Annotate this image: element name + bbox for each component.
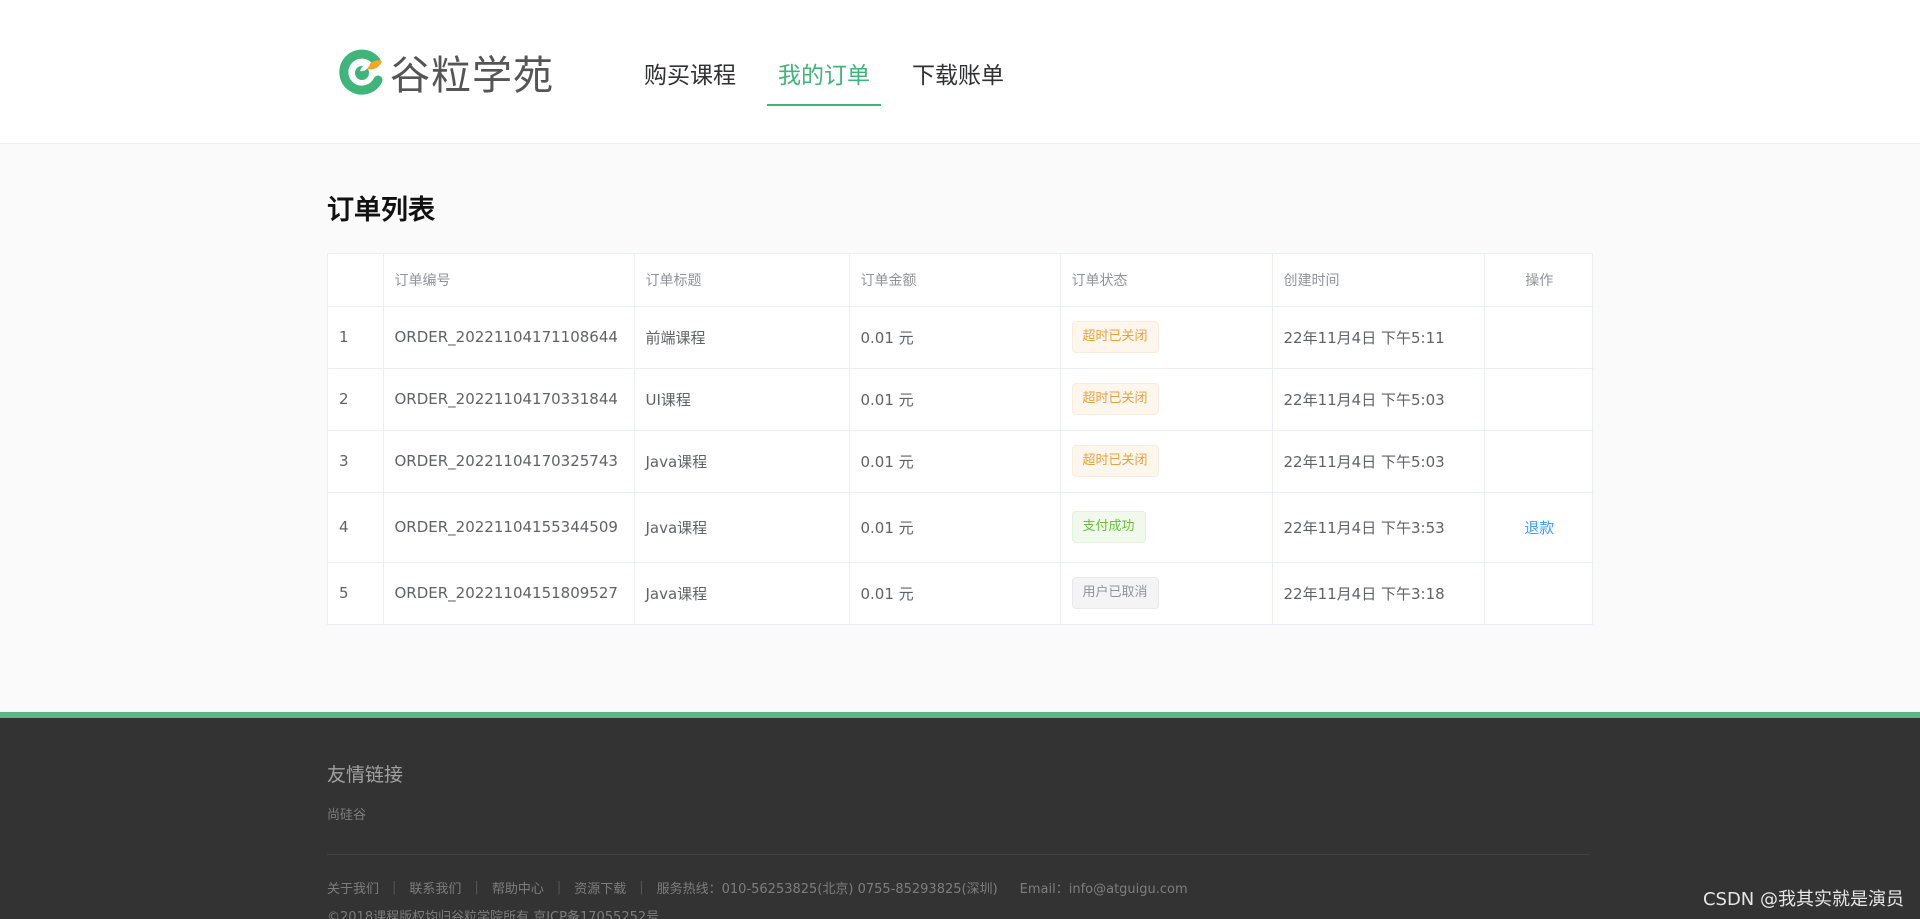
footer-divider — [327, 854, 1589, 855]
cell-status: 超时已关闭 — [1060, 430, 1273, 493]
cell-order-no: ORDER_20221104170331844 — [383, 368, 635, 431]
cell-order-no: ORDER_20221104170325743 — [383, 430, 635, 493]
cell-index: 5 — [328, 562, 384, 624]
column-header-index — [328, 254, 384, 307]
cell-amount: 0.01 元 — [849, 430, 1061, 493]
cell-index: 4 — [328, 492, 384, 563]
footer-link-help[interactable]: 帮助中心 — [492, 878, 544, 897]
status-badge: 支付成功 — [1071, 511, 1146, 543]
status-badge: 超时已关闭 — [1071, 321, 1159, 353]
friend-link[interactable]: 尚硅谷 — [327, 804, 366, 823]
cell-action — [1484, 306, 1594, 369]
cell-created: 22年11月4日 下午5:11 — [1272, 306, 1485, 369]
status-badge: 用户已取消 — [1071, 577, 1159, 610]
footer-link-downloads[interactable]: 资源下载 — [574, 878, 626, 897]
footer-links: 关于我们 | 联系我们 | 帮助中心 | 资源下载 | 服务热线：010-562… — [327, 878, 1188, 897]
cell-title: 前端课程 — [634, 306, 850, 369]
main-nav: 购买课程 我的订单 下载账单 — [633, 0, 1035, 144]
logo-text: 谷粒学苑 — [390, 53, 554, 99]
cell-action — [1484, 368, 1594, 431]
cell-title: Java课程 — [634, 430, 850, 493]
cell-status: 超时已关闭 — [1060, 368, 1273, 431]
cell-index: 1 — [328, 306, 384, 369]
cell-created: 22年11月4日 下午5:03 — [1272, 430, 1485, 493]
refund-link[interactable]: 退款 — [1524, 519, 1554, 537]
cell-order-no: ORDER_20221104171108644 — [383, 306, 635, 369]
cell-status: 支付成功 — [1060, 492, 1273, 563]
cell-amount: 0.01 元 — [849, 368, 1061, 431]
column-header-status: 订单状态 — [1060, 254, 1273, 307]
column-header-order-no: 订单编号 — [383, 254, 635, 307]
status-badge: 超时已关闭 — [1071, 445, 1159, 477]
cell-amount: 0.01 元 — [849, 492, 1061, 563]
cell-title: Java课程 — [634, 562, 850, 624]
cell-created: 22年11月4日 下午5:03 — [1272, 368, 1485, 431]
footer-separator: | — [639, 880, 644, 895]
brand-logo[interactable]: 谷粒学苑 — [336, 46, 554, 99]
cell-action — [1484, 562, 1594, 624]
table-row: 2 ORDER_20221104170331844 UI课程 0.01 元 超时… — [328, 368, 1594, 431]
logo-icon — [339, 49, 383, 95]
nav-item-buy-courses[interactable]: 购买课程 — [633, 0, 747, 106]
cell-index: 2 — [328, 368, 384, 431]
footer-link-about[interactable]: 关于我们 — [327, 878, 379, 897]
top-header: 谷粒学苑 购买课程 我的订单 下载账单 — [0, 0, 1920, 144]
footer-separator: | — [556, 880, 562, 895]
footer-hotline: 服务热线：010-56253825(北京) 0755-85293825(深圳) — [656, 882, 998, 897]
order-table: 订单编号 订单标题 订单金额 订单状态 创建时间 操作 1 ORDER_2022… — [327, 253, 1594, 625]
column-header-action: 操作 — [1484, 254, 1594, 307]
cell-created: 22年11月4日 下午3:18 — [1272, 562, 1485, 624]
cell-index: 3 — [328, 430, 384, 493]
footer-separator: | — [474, 880, 479, 895]
table-header-row: 订单编号 订单标题 订单金额 订单状态 创建时间 操作 — [328, 254, 1594, 307]
table-row: 1 ORDER_20221104171108644 前端课程 0.01 元 超时… — [328, 306, 1594, 369]
page-title: 订单列表 — [327, 195, 435, 226]
cell-amount: 0.01 元 — [849, 306, 1061, 369]
footer-separator: | — [392, 880, 397, 895]
table-row: 3 ORDER_20221104170325743 Java课程 0.01 元 … — [328, 430, 1594, 493]
column-header-created: 创建时间 — [1272, 254, 1485, 307]
cell-created: 22年11月4日 下午3:53 — [1272, 492, 1485, 563]
status-badge: 超时已关闭 — [1071, 383, 1159, 415]
column-header-amount: 订单金额 — [849, 254, 1061, 307]
cell-order-no: ORDER_20221104155344509 — [383, 492, 635, 563]
cell-status: 用户已取消 — [1060, 562, 1273, 624]
cell-action: 退款 — [1484, 492, 1594, 563]
cell-action — [1484, 430, 1594, 493]
nav-item-download-bill[interactable]: 下载账单 — [901, 0, 1015, 106]
table-row: 5 ORDER_20221104151809527 Java课程 0.01 元 … — [328, 562, 1594, 624]
cell-title: Java课程 — [634, 492, 850, 563]
page-footer: 友情链接 尚硅谷 关于我们 | 联系我们 | 帮助中心 | 资源下载 | 服务热… — [0, 712, 1920, 919]
cell-status: 超时已关闭 — [1060, 306, 1273, 369]
cell-title: UI课程 — [634, 368, 850, 431]
cell-amount: 0.01 元 — [849, 562, 1061, 624]
cell-order-no: ORDER_20221104151809527 — [383, 562, 635, 624]
column-header-title: 订单标题 — [634, 254, 850, 307]
table-row: 4 ORDER_20221104155344509 Java课程 0.01 元 … — [328, 492, 1594, 563]
nav-item-my-orders[interactable]: 我的订单 — [767, 0, 881, 106]
watermark: CSDN @我其实就是演员 — [1702, 889, 1904, 910]
footer-email: Email：info@atguigu.com — [1019, 882, 1188, 897]
footer-link-contact[interactable]: 联系我们 — [409, 878, 461, 897]
footer-copyright: ©2018课程版权均归谷粒学院所有 京ICP备17055252号 — [327, 910, 660, 919]
footer-title: 友情链接 — [327, 764, 404, 786]
